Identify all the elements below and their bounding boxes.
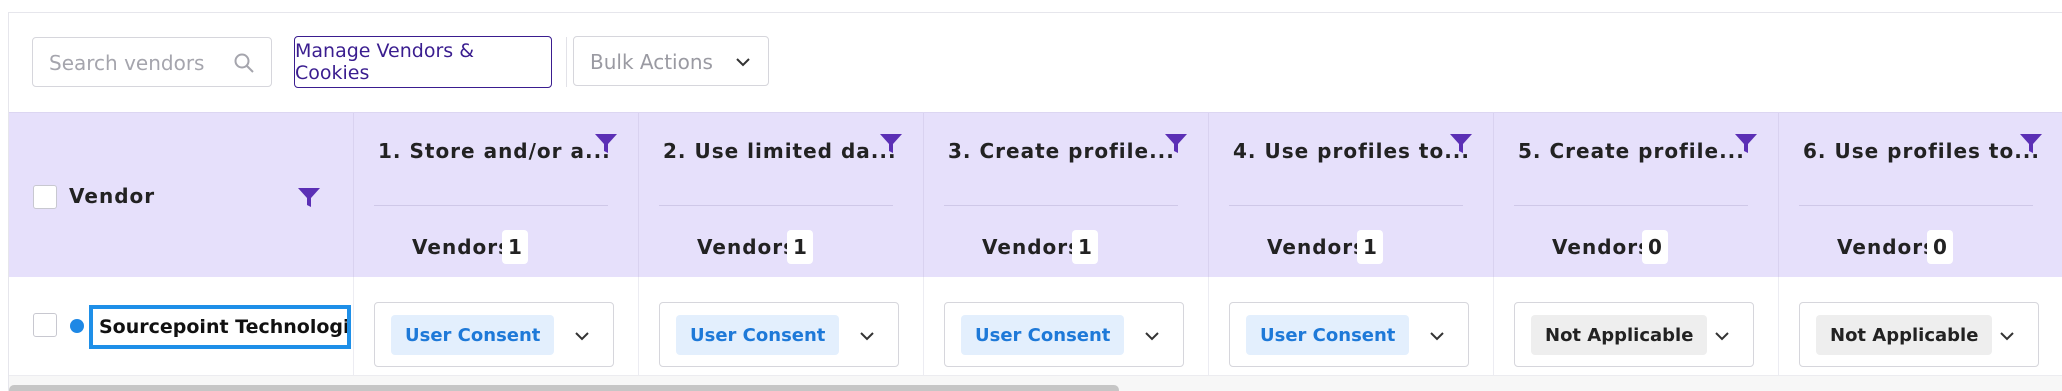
legal-basis-cell: User Consent [354,277,639,377]
legal-basis-cell: User Consent [639,277,924,377]
column-title: 4. Use profiles to... [1233,139,1471,163]
filter-icon[interactable] [2019,133,2043,155]
chevron-down-icon [860,332,874,341]
column-header-4: 4. Use profiles to... Vendors: 1 [1209,113,1494,278]
legal-basis-value: User Consent [961,315,1125,355]
column-header-3: 3. Create profile... Vendors: 1 [924,113,1209,278]
vendor-table-panel: Manage Vendors & Cookies Bulk Actions Ve… [8,12,2062,391]
filter-icon[interactable] [1734,133,1758,155]
legal-basis-cell: Not Applicable [1494,277,1779,377]
table-row: Sourcepoint Technologies... User Consent… [9,277,2062,377]
status-dot [70,319,84,333]
chevron-down-icon [1715,332,1729,341]
header-divider [374,205,608,206]
header-divider [1514,205,1748,206]
legal-basis-value: Not Applicable [1816,315,1993,355]
toolbar: Manage Vendors & Cookies Bulk Actions [9,13,2062,113]
vendors-count-badge: 1 [787,230,813,264]
scrollbar-thumb[interactable] [9,385,1119,391]
chevron-down-icon [736,58,750,67]
legal-basis-value: User Consent [1246,315,1410,355]
legal-basis-cell: Not Applicable [1779,277,2062,377]
bulk-actions-label: Bulk Actions [590,50,713,74]
legal-basis-select[interactable]: User Consent [374,302,614,367]
filter-icon[interactable] [594,133,618,155]
legal-basis-select[interactable]: Not Applicable [1799,302,2039,367]
legal-basis-value: User Consent [676,315,840,355]
header-divider [944,205,1178,206]
column-title: 3. Create profile... [948,139,1175,163]
search-box[interactable] [32,37,272,88]
column-title: 2. Use limited da... [663,139,897,163]
legal-basis-select[interactable]: User Consent [659,302,899,367]
column-header-6: 6. Use profiles to... Vendors: 0 [1779,113,2062,278]
vendor-column-header: Vendor [9,113,354,278]
bulk-actions-dropdown[interactable]: Bulk Actions [573,36,769,86]
legal-basis-value: User Consent [391,315,555,355]
vendor-name-link[interactable]: Sourcepoint Technologies... [89,305,351,349]
vendors-count-badge: 1 [1357,230,1383,264]
filter-icon[interactable] [879,133,903,155]
toolbar-divider [566,37,567,87]
vendors-count-badge: 1 [1072,230,1098,264]
column-title: 6. Use profiles to... [1803,139,2041,163]
column-title: 5. Create profile... [1518,139,1745,163]
legal-basis-cell: User Consent [1209,277,1494,377]
search-input[interactable] [47,38,241,88]
row-checkbox[interactable] [33,313,57,337]
search-icon[interactable] [233,52,255,74]
vendors-count-badge: 0 [1927,230,1953,264]
chevron-down-icon [575,332,589,341]
vendor-header-label: Vendor [69,184,156,208]
header-divider [659,205,893,206]
column-header-5: 5. Create profile... Vendors: 0 [1494,113,1779,278]
legal-basis-select[interactable]: Not Applicable [1514,302,1754,367]
legal-basis-cell: User Consent [924,277,1209,377]
filter-icon[interactable] [297,187,321,209]
filter-icon[interactable] [1164,133,1188,155]
column-header-1: 1. Store and/or a... Vendors: 1 [354,113,639,278]
chevron-down-icon [2000,332,2014,341]
vendors-count-badge: 1 [502,230,528,264]
table-header: Vendor 1. Store and/or a... Vendors: 1 2… [9,112,2062,278]
chevron-down-icon [1145,332,1159,341]
legal-basis-select[interactable]: User Consent [944,302,1184,367]
select-all-checkbox[interactable] [33,185,57,209]
header-divider [1799,205,2033,206]
manage-vendors-button[interactable]: Manage Vendors & Cookies [294,36,552,88]
legal-basis-select[interactable]: User Consent [1229,302,1469,367]
vendors-count-badge: 0 [1642,230,1668,264]
vendor-cell: Sourcepoint Technologies... [9,277,354,377]
legal-basis-value: Not Applicable [1531,315,1708,355]
column-header-2: 2. Use limited da... Vendors: 1 [639,113,924,278]
filter-icon[interactable] [1449,133,1473,155]
header-divider [1229,205,1463,206]
chevron-down-icon [1430,332,1444,341]
column-title: 1. Store and/or a... [378,139,611,163]
